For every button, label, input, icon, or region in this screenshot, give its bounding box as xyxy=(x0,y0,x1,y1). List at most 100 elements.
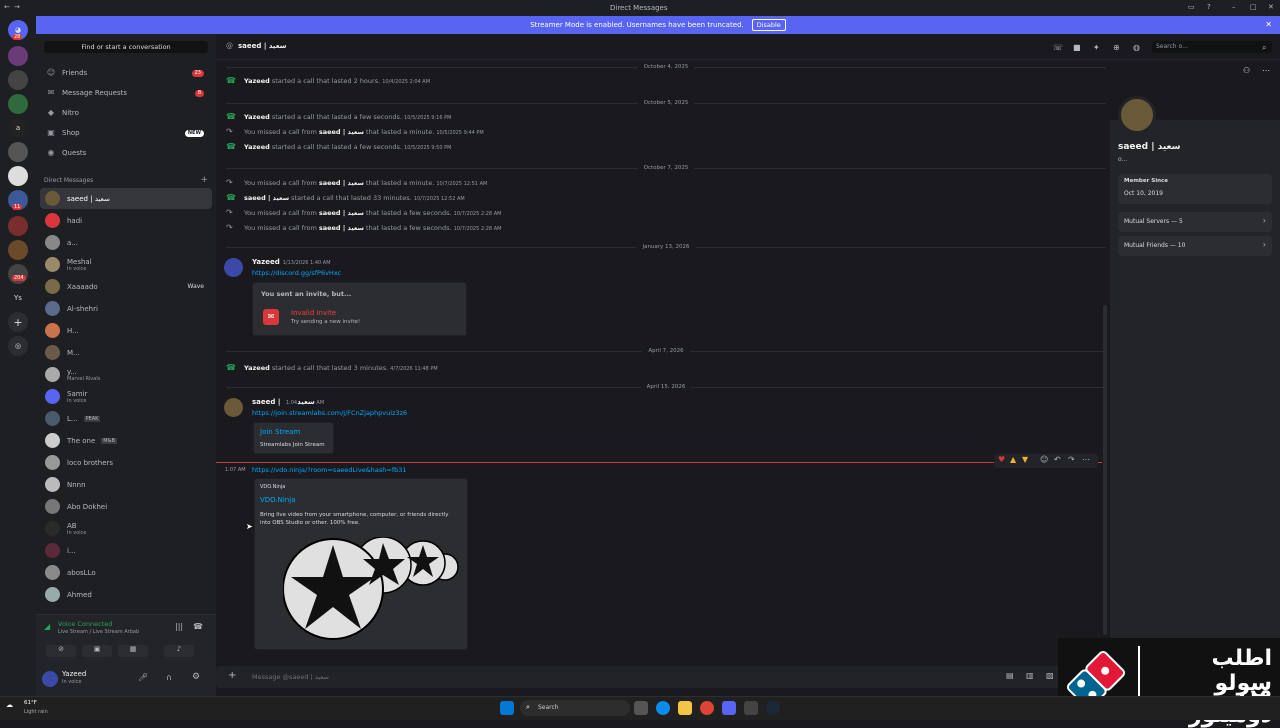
embed-title[interactable]: VDO.Ninja xyxy=(260,496,295,504)
dm-item[interactable]: Nnnn xyxy=(40,474,212,495)
attach-plus-icon[interactable]: + xyxy=(228,670,236,681)
screen-share-button[interactable]: ▣ xyxy=(82,645,112,657)
gift-icon[interactable]: ▤ xyxy=(1006,671,1014,680)
discover-icon[interactable]: ◎ xyxy=(8,336,28,356)
nav-message-requests[interactable]: ✉ Message Requests 8 xyxy=(42,84,210,102)
reply-icon[interactable]: ↶ xyxy=(1054,455,1061,464)
dm-item[interactable]: Xaaaado Wave xyxy=(40,276,212,297)
disconnect-icon[interactable]: ☎ xyxy=(193,622,203,631)
dm-item[interactable]: abosLLo xyxy=(40,562,212,583)
taskbar-search[interactable]: ⌕ Search xyxy=(520,700,630,716)
sticker-icon[interactable]: ▧ xyxy=(1046,671,1054,680)
noise-suppression-icon[interactable]: ||| xyxy=(175,622,183,631)
start-icon[interactable] xyxy=(500,701,514,715)
avatar[interactable] xyxy=(224,398,243,417)
nav-nitro[interactable]: ◆ Nitro xyxy=(42,104,210,122)
dm-item[interactable]: Al-shehri xyxy=(40,298,212,319)
dm-item[interactable]: y... Marvel Rivals xyxy=(40,364,212,385)
app-icon[interactable] xyxy=(744,701,758,715)
maximize-icon[interactable]: □ xyxy=(1250,3,1257,11)
close-icon[interactable]: ✕ xyxy=(1268,3,1274,11)
heart-reaction-icon[interactable]: ♥ xyxy=(998,455,1005,464)
settings-gear-icon[interactable]: ⚙ xyxy=(192,672,200,682)
inbox-icon[interactable]: ▭ xyxy=(1188,3,1195,11)
banner-close-icon[interactable]: ✕ xyxy=(1265,20,1272,29)
server-icon[interactable]: a xyxy=(8,118,28,138)
embed-title[interactable]: Join Stream xyxy=(260,428,300,436)
find-conversation-button[interactable]: Find or start a conversation xyxy=(44,41,208,53)
minimize-icon[interactable]: – xyxy=(1232,3,1236,11)
server-icon[interactable] xyxy=(8,166,28,186)
more-icon[interactable]: ⋯ xyxy=(1262,66,1270,75)
dm-item[interactable]: M... xyxy=(40,342,212,363)
author-name[interactable]: Yazeed xyxy=(252,258,280,266)
more-icon[interactable]: ⋯ xyxy=(1082,455,1090,464)
mic-icon[interactable]: 🎤︎ xyxy=(138,673,148,682)
server-icon[interactable] xyxy=(8,240,28,260)
invite-link[interactable]: https://discord.gg/sfP6vHxc xyxy=(252,269,341,277)
disable-button[interactable]: Disable xyxy=(751,19,786,31)
dm-item[interactable]: saeed | سعيد xyxy=(40,188,212,209)
activities-button[interactable]: ▦ xyxy=(118,645,148,657)
dm-item[interactable]: i... xyxy=(40,540,212,561)
forward-icon[interactable]: ↷ xyxy=(1068,455,1075,464)
thumbs-down-icon[interactable]: ▼ xyxy=(1022,455,1028,464)
dm-item[interactable]: Abo Dokhei xyxy=(40,496,212,517)
server-icon[interactable] xyxy=(8,264,28,284)
add-friend-icon[interactable]: ⚇ xyxy=(1243,66,1250,75)
forward-icon[interactable]: → xyxy=(14,3,20,11)
server-icon[interactable] xyxy=(8,46,28,66)
server-icon[interactable] xyxy=(8,216,28,236)
file-explorer-icon[interactable] xyxy=(678,701,692,715)
mutual-friends-button[interactable]: Mutual Friends — 10 › xyxy=(1118,236,1272,256)
gif-icon[interactable]: ▥ xyxy=(1026,671,1034,680)
video-call-icon[interactable]: ■ xyxy=(1073,43,1081,52)
dm-item[interactable]: a... xyxy=(40,232,212,253)
wave-button[interactable]: Wave xyxy=(188,283,204,290)
dm-item[interactable]: loco brothers xyxy=(40,452,212,473)
server-icon[interactable] xyxy=(8,142,28,162)
chrome-icon[interactable] xyxy=(700,701,714,715)
discord-icon[interactable] xyxy=(722,701,736,715)
camera-button[interactable]: ⊘ xyxy=(46,645,76,657)
back-icon[interactable]: ← xyxy=(4,3,10,11)
author-name[interactable]: saeed | سعيد xyxy=(252,398,315,406)
stream-link[interactable]: https://join.streamlabs.com/j/FCnZjaphpv… xyxy=(252,409,407,417)
nav-quests[interactable]: ◉ Quests xyxy=(42,144,210,162)
mutual-servers-button[interactable]: Mutual Servers — 5 › xyxy=(1118,212,1272,232)
dm-item[interactable]: Meshal In voice xyxy=(40,254,212,275)
add-reaction-icon[interactable]: ☺ xyxy=(1040,455,1048,464)
profile-icon[interactable]: ◍ xyxy=(1133,43,1140,52)
avatar[interactable] xyxy=(224,258,243,277)
task-view-icon[interactable] xyxy=(634,701,648,715)
voice-call-icon[interactable]: ☏ xyxy=(1053,43,1063,52)
vdo-link[interactable]: https://vdo.ninja/?room=saeedLive&hash=f… xyxy=(252,466,407,474)
dm-item[interactable]: Ahmed xyxy=(40,584,212,605)
vdo-ninja-logo-image[interactable] xyxy=(283,537,463,645)
help-icon[interactable]: ? xyxy=(1207,3,1211,11)
scrollbar[interactable] xyxy=(1103,305,1107,635)
server-icon[interactable] xyxy=(8,70,28,90)
pin-icon[interactable]: ✦ xyxy=(1093,43,1100,52)
dm-item[interactable]: L... PEAK xyxy=(40,408,212,429)
search-input[interactable]: Search o... xyxy=(1152,41,1272,53)
profile-avatar[interactable] xyxy=(1118,96,1156,134)
avatar[interactable] xyxy=(42,671,58,687)
dm-item[interactable]: hadi xyxy=(40,210,212,231)
soundboard-button[interactable]: ♪ xyxy=(164,645,194,657)
dm-item[interactable]: AB In voice xyxy=(40,518,212,539)
dm-item[interactable]: H... xyxy=(40,320,212,341)
create-dm-icon[interactable]: + xyxy=(200,175,208,185)
server-ys[interactable]: Ys xyxy=(8,288,28,308)
headphones-icon[interactable]: ∩ xyxy=(166,673,172,682)
nav-shop[interactable]: ▣ Shop NEW xyxy=(42,124,210,142)
message-input[interactable]: Message @saeed | سعيد xyxy=(252,673,329,681)
add-server-icon[interactable]: + xyxy=(8,312,28,332)
add-friends-icon[interactable]: ⊕ xyxy=(1113,43,1120,52)
edge-icon[interactable] xyxy=(656,701,670,715)
weather-icon[interactable]: ☁ xyxy=(6,701,13,709)
server-icon[interactable] xyxy=(8,94,28,114)
steam-icon[interactable] xyxy=(766,701,780,715)
thumbs-up-icon[interactable]: ▲ xyxy=(1010,455,1016,464)
dm-item[interactable]: Samir In voice xyxy=(40,386,212,407)
